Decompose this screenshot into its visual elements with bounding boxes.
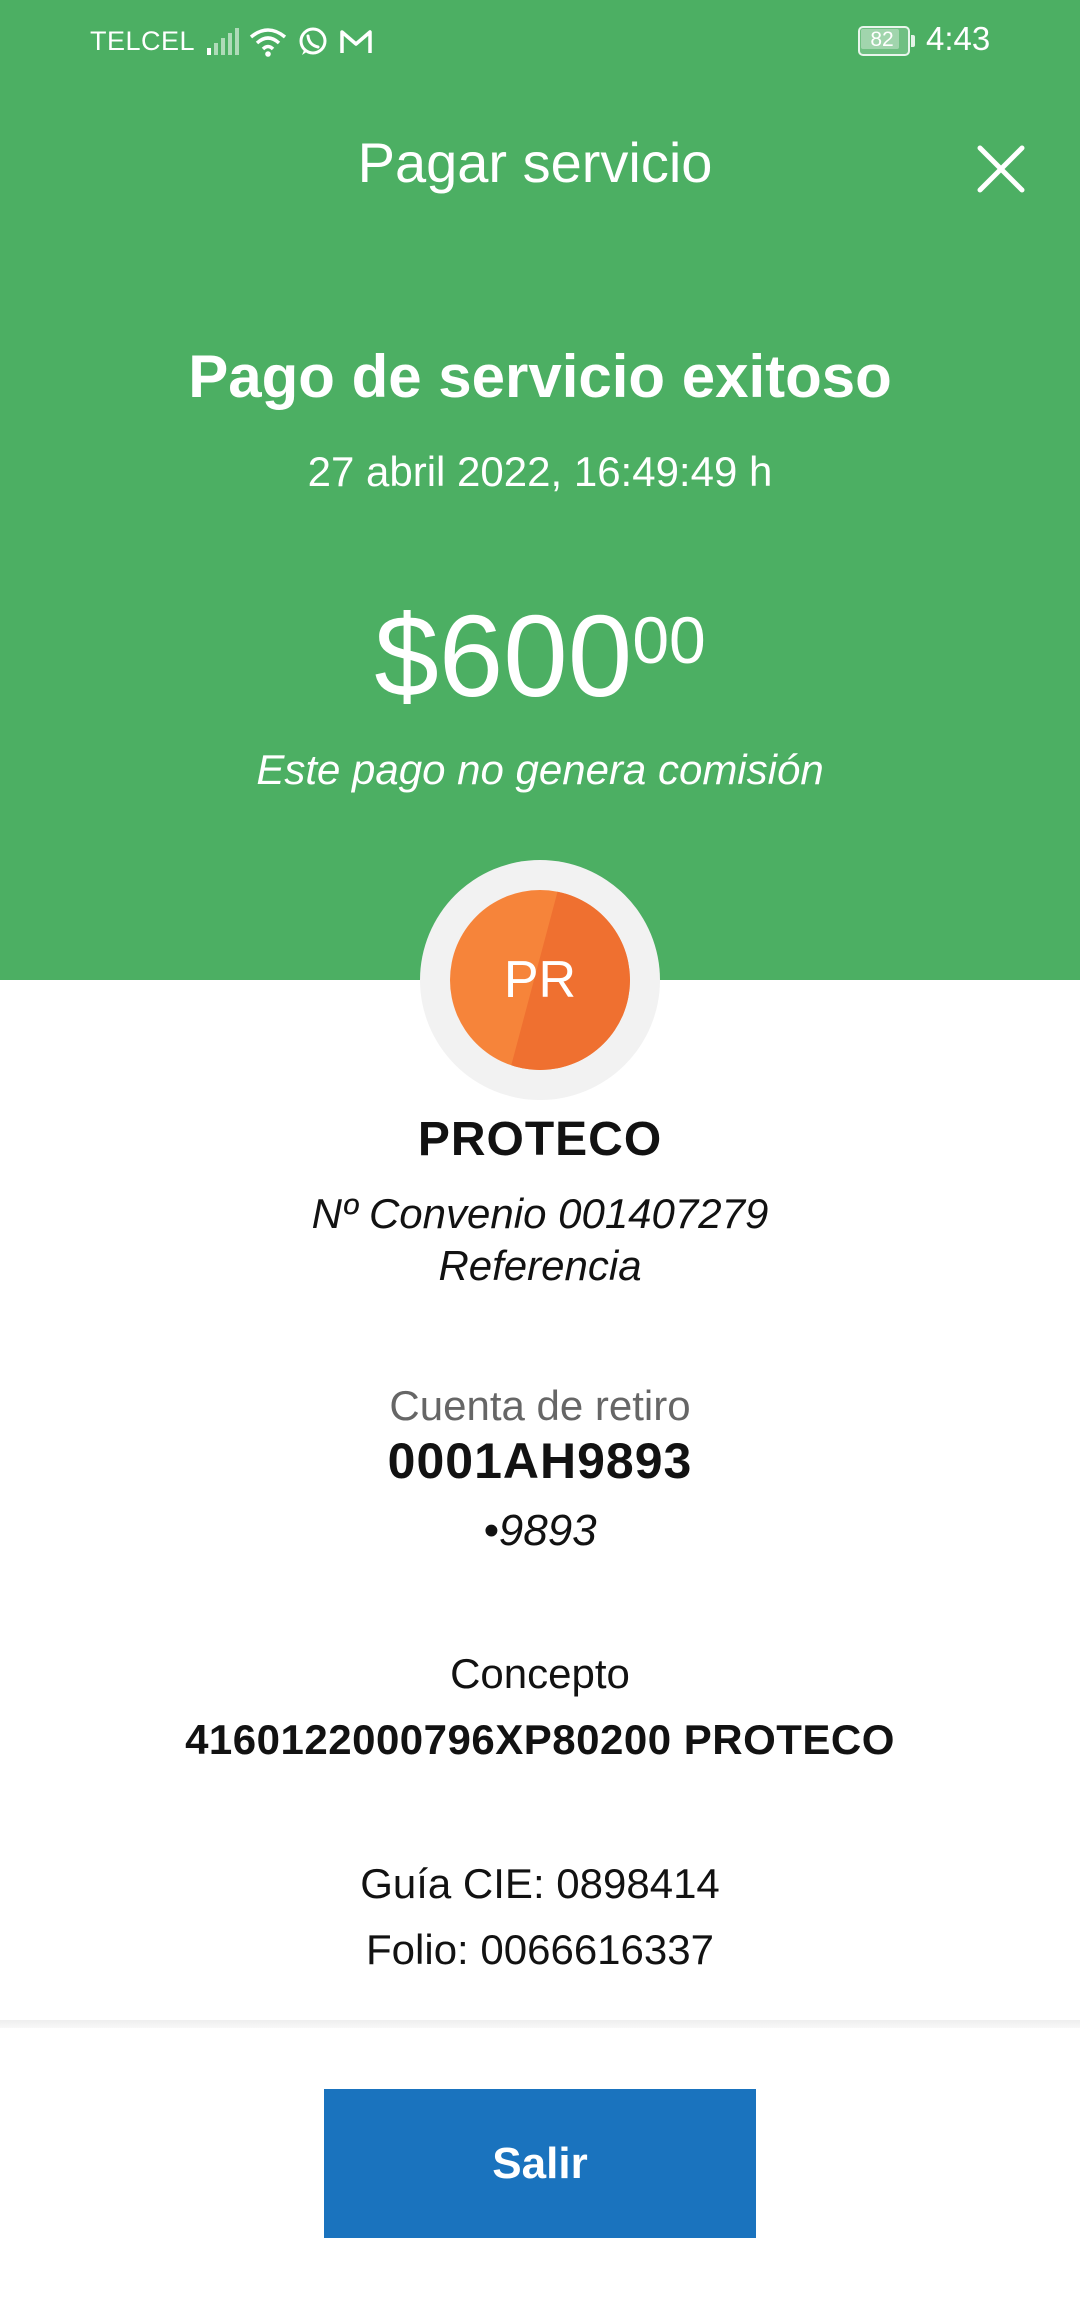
payment-amount: $60000 (0, 596, 1080, 716)
battery-level: 82 (870, 28, 894, 51)
merchant-name: PROTECO (417, 1113, 663, 1166)
concept-label: Concepto (450, 1650, 630, 1697)
page-title: Pagar servicio (357, 131, 713, 194)
convenio-number: Nº Convenio 001407279 (311, 1190, 769, 1237)
close-button[interactable] (966, 134, 1036, 204)
withdrawal-account-value: 0001AH9893 (387, 1433, 693, 1489)
amount-cents: 00 (632, 603, 706, 677)
footer-divider (0, 2020, 1080, 2028)
status-icons (205, 20, 373, 64)
status-bar: TELCEL 82 4:43 (0, 0, 1080, 84)
signal-icon (205, 28, 239, 56)
whatsapp-icon (297, 26, 329, 58)
withdrawal-account-label: Cuenta de retiro (389, 1382, 691, 1429)
carrier-label: TELCEL (90, 26, 196, 56)
amount-currency: $ (374, 591, 439, 721)
payment-datetime: 27 abril 2022, 16:49:49 h (307, 448, 773, 495)
avatar-initials: PR (503, 951, 577, 1009)
gmail-icon (339, 28, 373, 56)
withdrawal-account-masked: •9893 (483, 1506, 597, 1555)
close-icon (977, 145, 1025, 193)
wifi-icon (249, 27, 287, 57)
merchant-avatar: PR (450, 890, 630, 1070)
status-time: 4:43 (926, 20, 991, 57)
concept-value: 4160122000796XP80200 PROTECO (185, 1716, 895, 1763)
folio-number: Folio: 0066616337 (366, 1926, 714, 1973)
guia-cie: Guía CIE: 0898414 (360, 1860, 720, 1907)
amount-integer: 600 (438, 591, 633, 721)
commission-note: Este pago no genera comisión (256, 746, 824, 793)
success-title: Pago de servicio exitoso (188, 343, 892, 410)
exit-button[interactable]: Salir (324, 2089, 756, 2238)
referencia-label: Referencia (438, 1242, 642, 1289)
battery-icon: 82 (858, 26, 915, 56)
